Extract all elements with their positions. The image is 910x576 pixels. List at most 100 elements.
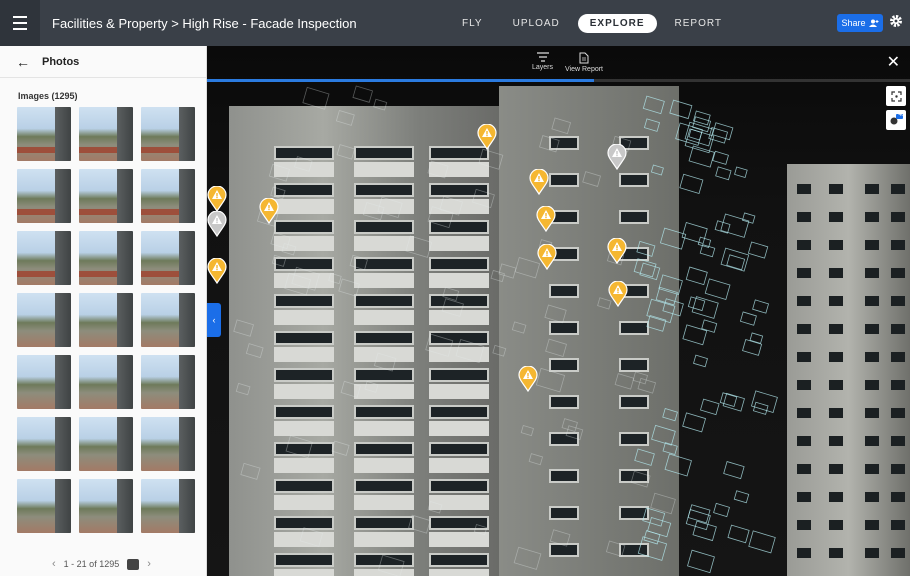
photo-thumbnail[interactable] xyxy=(17,479,71,533)
photo-thumbnail[interactable] xyxy=(141,169,195,223)
camera-frustum xyxy=(669,99,693,120)
camera-frustum xyxy=(646,314,667,332)
3d-viewer[interactable]: Layers View Report ✕ 40 ‹ xyxy=(207,46,910,576)
warning-pin-icon[interactable] xyxy=(518,365,538,393)
camera-frustum xyxy=(692,520,717,542)
warning-pin-icon[interactable] xyxy=(477,123,497,151)
camera-frustum xyxy=(271,254,287,267)
warning-pin-icon[interactable] xyxy=(529,168,549,196)
menu-button[interactable] xyxy=(0,0,40,46)
photos-panel: ← Photos Images (1295) ‹ 1 - 21 of 1295 … xyxy=(0,46,207,576)
photo-thumbnail[interactable] xyxy=(141,417,195,471)
photo-thumbnail[interactable] xyxy=(17,107,71,161)
camera-frustum xyxy=(513,546,542,570)
camera-frustum xyxy=(605,540,626,557)
camera-frustum xyxy=(681,222,708,244)
photo-thumbnail[interactable] xyxy=(141,479,195,533)
camera-frustum xyxy=(544,304,567,324)
photo-thumbnail[interactable] xyxy=(141,355,195,409)
warning-pin-icon[interactable] xyxy=(607,237,627,265)
photo-thumbnail[interactable] xyxy=(141,293,195,347)
next-page-icon[interactable]: › xyxy=(147,558,151,570)
warning-pin-icon[interactable] xyxy=(607,143,627,171)
camera-frustum xyxy=(373,98,388,111)
camera-frustum xyxy=(545,338,568,357)
camera-frustum xyxy=(270,232,291,250)
warning-pin-icon[interactable] xyxy=(608,280,628,308)
photo-thumbnail[interactable] xyxy=(17,169,71,223)
camera-frustum xyxy=(685,266,708,286)
photo-thumbnail[interactable] xyxy=(141,107,195,161)
camera-frustum xyxy=(647,517,672,538)
camera-frustum xyxy=(693,110,711,126)
warning-pin-icon[interactable] xyxy=(537,243,557,271)
camera-frustum xyxy=(377,554,405,576)
tab-upload[interactable]: UPLOAD xyxy=(501,14,572,33)
camera-frustum xyxy=(364,380,379,393)
camera-frustum xyxy=(633,258,657,278)
camera-frustum xyxy=(658,274,683,296)
camera-frustum xyxy=(687,549,715,574)
camera-frustum xyxy=(637,377,657,394)
photo-thumbnail[interactable] xyxy=(17,417,71,471)
warning-pin-icon[interactable] xyxy=(259,197,279,225)
warning-pin-icon[interactable] xyxy=(207,210,227,238)
tab-fly[interactable]: FLY xyxy=(450,14,495,33)
share-label: Share xyxy=(841,18,866,28)
tab-report[interactable]: REPORT xyxy=(663,14,735,33)
photo-thumbnail[interactable] xyxy=(79,355,133,409)
camera-frustum xyxy=(750,390,778,413)
camera-frustum xyxy=(442,286,460,301)
camera-icon[interactable] xyxy=(127,558,140,570)
share-button[interactable]: Share xyxy=(837,14,883,32)
camera-frustum xyxy=(478,148,504,170)
camera-frustum xyxy=(514,257,541,279)
back-arrow-icon[interactable]: ← xyxy=(16,54,30,70)
camera-frustum xyxy=(285,435,313,459)
camera-frustum xyxy=(340,380,361,398)
camera-frustum xyxy=(352,85,374,103)
thumbnail-grid xyxy=(17,107,197,533)
tab-explore[interactable]: EXPLORE xyxy=(577,13,657,33)
gear-icon[interactable] xyxy=(889,14,903,28)
camera-frustum xyxy=(362,201,385,221)
camera-frustum xyxy=(490,269,505,283)
add-user-icon xyxy=(868,19,879,27)
photo-thumbnail[interactable] xyxy=(79,293,133,347)
camera-frustum xyxy=(427,160,449,179)
camera-frustum xyxy=(373,352,397,372)
photo-thumbnail[interactable] xyxy=(17,293,71,347)
photo-thumbnail[interactable] xyxy=(79,107,133,161)
pager-text: 1 - 21 of 1295 xyxy=(63,559,120,569)
warning-pin-icon[interactable] xyxy=(207,185,227,213)
warning-pin-icon[interactable] xyxy=(536,205,556,233)
camera-frustum xyxy=(632,371,649,385)
warning-pin-icon[interactable] xyxy=(207,257,227,285)
camera-frustum xyxy=(565,425,584,441)
photo-thumbnail[interactable] xyxy=(79,417,133,471)
photo-thumbnail[interactable] xyxy=(79,169,133,223)
pagination: ‹ 1 - 21 of 1295 › xyxy=(52,558,151,570)
camera-frustum xyxy=(659,227,687,250)
camera-frustum xyxy=(302,86,330,110)
camera-frustum xyxy=(473,524,488,536)
camera-frustum xyxy=(679,173,704,194)
camera-frustum xyxy=(335,109,355,126)
camera-frustum xyxy=(704,278,731,300)
camera-frustum xyxy=(425,333,454,357)
camera-frames-overlay xyxy=(233,85,778,576)
camera-frustum xyxy=(331,440,350,456)
photo-thumbnail[interactable] xyxy=(141,231,195,285)
camera-frustum xyxy=(614,373,635,390)
camera-frustum xyxy=(687,504,711,524)
prev-page-icon[interactable]: ‹ xyxy=(52,558,56,570)
camera-frustum xyxy=(299,527,324,547)
photo-thumbnail[interactable] xyxy=(79,231,133,285)
camera-frustum xyxy=(630,470,651,488)
photo-thumbnail[interactable] xyxy=(79,479,133,533)
camera-frustum xyxy=(742,339,763,356)
camera-frustum xyxy=(642,95,665,115)
photo-thumbnail[interactable] xyxy=(17,355,71,409)
camera-frustum xyxy=(749,332,764,344)
photo-thumbnail[interactable] xyxy=(17,231,71,285)
